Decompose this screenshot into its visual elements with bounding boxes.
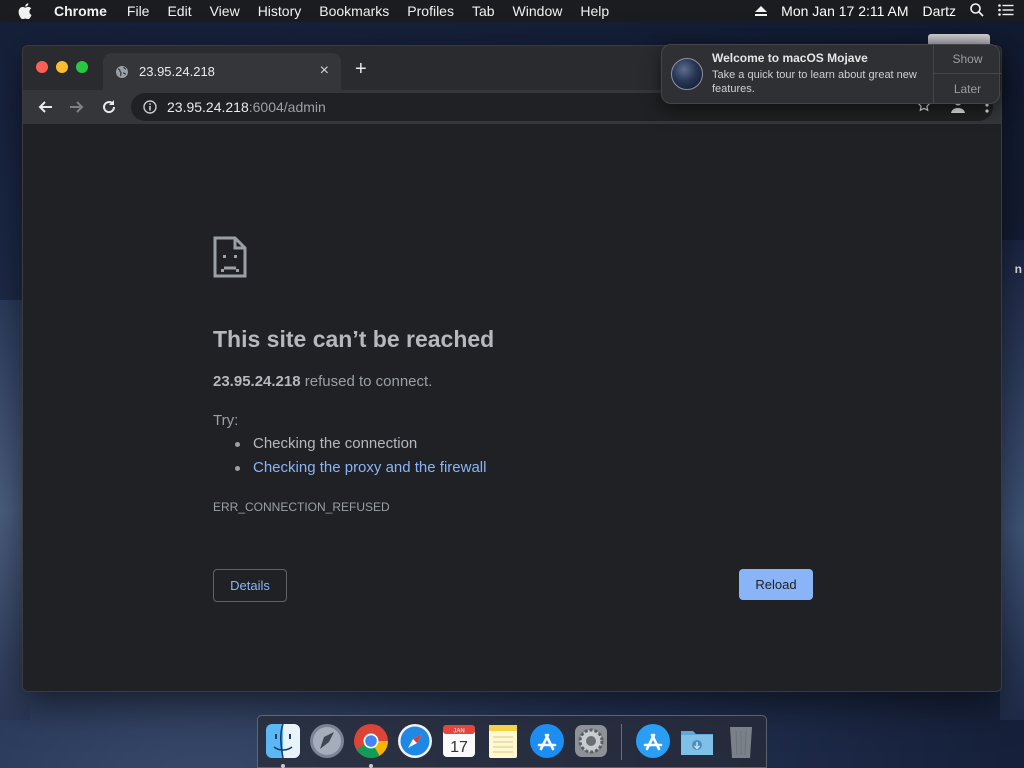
notification-show-button[interactable]: Show — [934, 45, 1001, 74]
menu-history[interactable]: History — [258, 3, 302, 19]
error-page: This site can’t be reached 23.95.24.218 … — [23, 124, 1001, 691]
notification-title: Welcome to macOS Mojave — [712, 51, 868, 65]
error-description-suffix: refused to connect. — [300, 373, 433, 390]
finder-icon[interactable] — [264, 722, 302, 760]
dock: JAN 17 — [257, 715, 767, 768]
forward-arrow-icon[interactable] — [67, 97, 87, 117]
suggestion-check-connection: Checking the connection — [253, 435, 418, 452]
app-store-icon[interactable] — [528, 722, 566, 760]
url-path: :6004/admin — [248, 99, 326, 115]
menu-view[interactable]: View — [210, 3, 240, 19]
menu-profiles[interactable]: Profiles — [407, 3, 454, 19]
try-label: Try: — [213, 412, 239, 429]
menu-bar: Chrome File Edit View History Bookmarks … — [0, 0, 1024, 22]
notification-actions: Show Later — [933, 45, 1001, 103]
reload-icon[interactable] — [99, 97, 119, 117]
launchpad-icon[interactable] — [308, 722, 346, 760]
safari-icon[interactable] — [396, 722, 434, 760]
suggestion-list: Checking the connection Checking the pro… — [235, 435, 486, 483]
macos-mojave-icon — [671, 58, 703, 90]
tab-title: 23.95.24.218 — [139, 64, 215, 79]
calendar-day: 17 — [450, 739, 468, 756]
error-code: ERR_CONNECTION_REFUSED — [213, 500, 390, 514]
desktop-icon-label[interactable]: n — [1015, 262, 1022, 276]
notification-banner[interactable]: Welcome to macOS Mojave Take a quick tou… — [661, 44, 1001, 104]
menu-tab[interactable]: Tab — [472, 3, 495, 19]
desktop-wallpaper-right — [1000, 240, 1024, 720]
app-store-download-icon[interactable] — [634, 722, 672, 760]
menu-help[interactable]: Help — [580, 3, 609, 19]
reload-button[interactable]: Reload — [739, 569, 813, 600]
menu-bookmarks[interactable]: Bookmarks — [319, 3, 389, 19]
sad-page-icon — [213, 236, 247, 278]
notification-center-icon[interactable] — [998, 3, 1014, 19]
error-host: 23.95.24.218 — [213, 373, 301, 390]
menu-app-name[interactable]: Chrome — [54, 3, 107, 19]
globe-icon — [115, 65, 129, 79]
suggestion-proxy-firewall-link[interactable]: Checking the proxy and the firewall — [253, 459, 486, 476]
menubar-user[interactable]: Dartz — [923, 3, 956, 19]
minimize-window-button[interactable] — [56, 61, 68, 73]
list-item[interactable]: Checking the proxy and the firewall — [235, 459, 486, 483]
chrome-running-indicator — [369, 764, 373, 768]
dock-separator — [621, 724, 622, 760]
calendar-icon[interactable]: JAN 17 — [440, 722, 478, 760]
close-window-button[interactable] — [36, 61, 48, 73]
details-button[interactable]: Details — [213, 569, 287, 602]
new-tab-button[interactable]: + — [355, 59, 367, 79]
error-description: 23.95.24.218 refused to connect. — [213, 373, 432, 390]
site-info-icon[interactable] — [143, 100, 157, 114]
tab-active[interactable]: 23.95.24.218 × — [103, 53, 341, 90]
trash-icon[interactable] — [722, 722, 760, 760]
maximize-window-button[interactable] — [76, 61, 88, 73]
notification-body: Take a quick tour to learn about great n… — [712, 69, 917, 95]
menubar-clock[interactable]: Mon Jan 17 2:11 AM — [781, 3, 908, 19]
browser-window: 23.95.24.218 × + 23.95.24.218:6004/admin — [22, 45, 1002, 692]
chrome-icon[interactable] — [352, 722, 390, 760]
downloads-folder-icon[interactable] — [678, 722, 716, 760]
list-item: Checking the connection — [235, 435, 486, 459]
url-host: 23.95.24.218 — [167, 99, 249, 115]
error-title: This site can’t be reached — [213, 326, 495, 352]
finder-running-indicator — [281, 764, 285, 768]
menu-file[interactable]: File — [127, 3, 150, 19]
spotlight-search-icon[interactable] — [970, 2, 984, 20]
apple-menu-icon[interactable] — [18, 3, 40, 19]
eject-icon[interactable] — [755, 6, 768, 16]
menu-window[interactable]: Window — [513, 3, 563, 19]
back-arrow-icon[interactable] — [35, 97, 55, 117]
menu-edit[interactable]: Edit — [167, 3, 191, 19]
tab-close-icon[interactable]: × — [320, 63, 329, 79]
calendar-month: JAN — [453, 729, 464, 735]
notes-icon[interactable] — [484, 722, 522, 760]
notification-later-button[interactable]: Later — [934, 74, 1001, 103]
system-preferences-icon[interactable] — [572, 722, 610, 760]
